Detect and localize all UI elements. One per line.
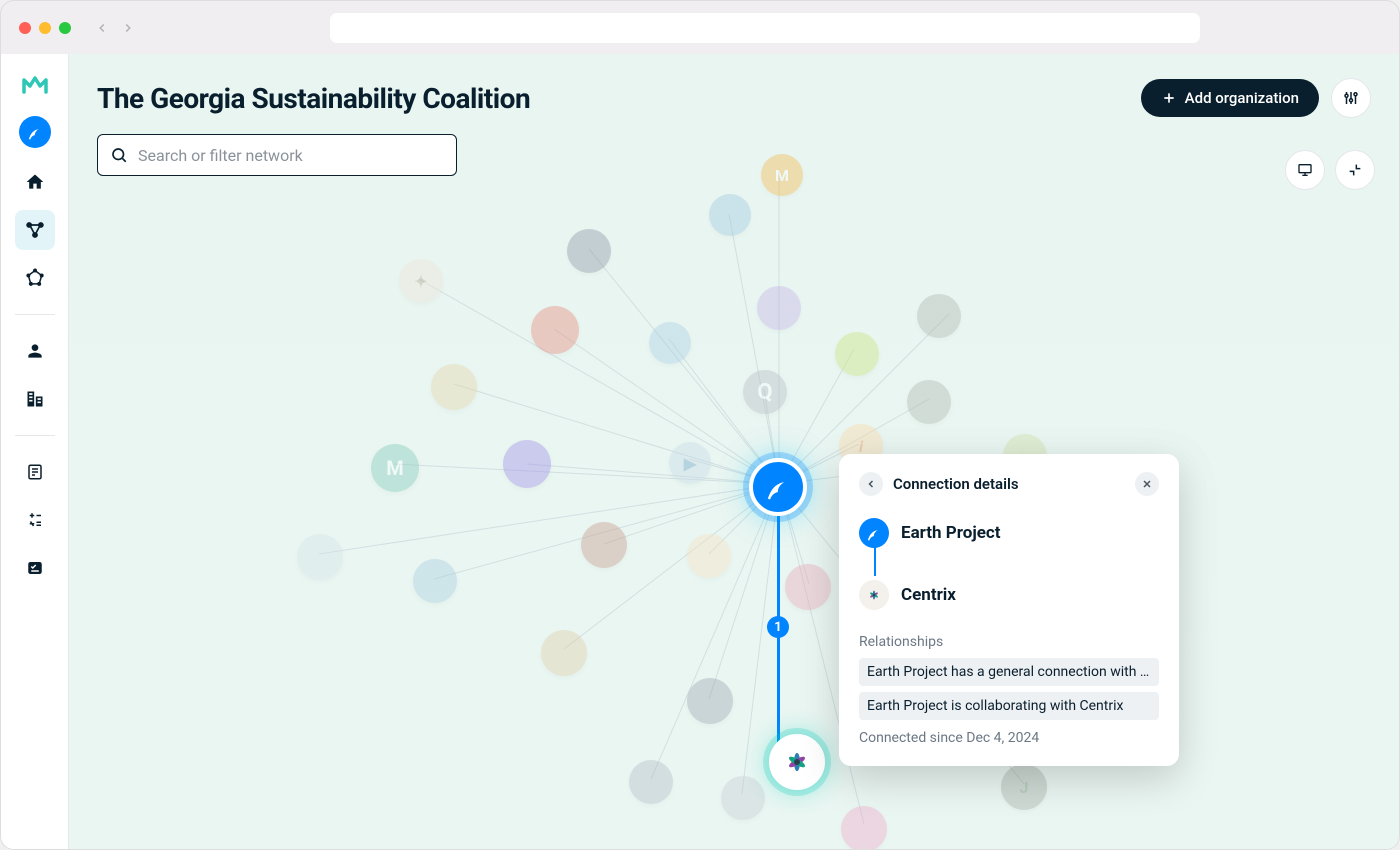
node-bird[interactable]: [581, 522, 627, 568]
connected-since: Connected since Dec 4, 2024: [859, 730, 1159, 746]
node-stripes[interactable]: [917, 294, 961, 338]
node-moon[interactable]: [629, 760, 673, 804]
node-hex[interactable]: [541, 630, 587, 676]
leaf-icon: [763, 472, 793, 502]
traffic-lights: [19, 22, 71, 34]
nav-calc[interactable]: [15, 500, 55, 540]
url-bar[interactable]: [330, 13, 1200, 43]
node-play[interactable]: ▶: [669, 442, 711, 484]
node-peach[interactable]: [687, 534, 731, 578]
node-q[interactable]: Q: [743, 370, 787, 414]
chevron-left-icon: [865, 478, 877, 490]
popover-close-button[interactable]: [1135, 472, 1159, 496]
org-b-badge: [859, 580, 889, 610]
sidebar: [1, 54, 69, 849]
edge-badge[interactable]: 1: [767, 616, 789, 638]
node-jj[interactable]: J: [1001, 764, 1047, 810]
node-mw[interactable]: M: [371, 444, 419, 492]
network-edges-bg: [69, 54, 1399, 849]
popover-back-button[interactable]: [859, 472, 883, 496]
org-b-name: Centrix: [901, 585, 956, 605]
app-logo[interactable]: [20, 70, 50, 100]
window-close[interactable]: [19, 22, 31, 34]
main-area: The Georgia Sustainability Coalition Add…: [69, 54, 1399, 849]
network-canvas[interactable]: M ✦ Q M ▶ i J: [69, 54, 1399, 849]
node-centrix[interactable]: [769, 734, 825, 790]
org-a-name: Earth Project: [901, 523, 1001, 543]
relationship-tag[interactable]: Earth Project has a general connection w…: [859, 658, 1159, 686]
close-icon: [1141, 478, 1153, 490]
burst-icon: [781, 746, 813, 778]
nav-forward-icon[interactable]: [121, 21, 135, 35]
relationships-label: Relationships: [859, 634, 1159, 650]
nav-back-icon[interactable]: [95, 21, 109, 35]
connection-org-a[interactable]: Earth Project: [859, 512, 1159, 554]
nav-groups[interactable]: [15, 258, 55, 298]
node-ioo[interactable]: [503, 440, 551, 488]
node-cloud[interactable]: [413, 559, 457, 603]
node-layers[interactable]: [649, 322, 691, 364]
sidebar-divider-2: [15, 435, 55, 436]
node-flower[interactable]: [785, 564, 831, 610]
popover-title: Connection details: [893, 475, 1125, 493]
node-jambo[interactable]: [835, 332, 879, 376]
node-pg[interactable]: [531, 306, 579, 354]
nav-home[interactable]: [15, 162, 55, 202]
burst-icon: [864, 585, 884, 605]
sidebar-divider: [15, 314, 55, 315]
node-target[interactable]: [757, 286, 801, 330]
node-leaf2[interactable]: [907, 380, 951, 424]
node-antler[interactable]: ✦: [399, 259, 443, 303]
node-dot[interactable]: [297, 534, 343, 580]
node-z[interactable]: [721, 776, 765, 820]
nav-network[interactable]: [15, 210, 55, 250]
node-donut[interactable]: [567, 229, 611, 273]
node-blob[interactable]: [841, 806, 887, 849]
nav-tasks[interactable]: [15, 548, 55, 588]
node-hand[interactable]: [431, 364, 477, 410]
nav-reports[interactable]: [15, 452, 55, 492]
connection-popover: Connection details Earth Project: [839, 454, 1179, 766]
node-m[interactable]: M: [761, 154, 803, 196]
nav-people[interactable]: [15, 331, 55, 371]
node-earth-project[interactable]: [749, 458, 807, 516]
window-maximize[interactable]: [59, 22, 71, 34]
connection-line: [874, 546, 876, 576]
browser-chrome: [0, 0, 1400, 54]
nav-orgs[interactable]: [15, 379, 55, 419]
window-minimize[interactable]: [39, 22, 51, 34]
leaf-icon: [865, 524, 883, 542]
node-cube[interactable]: [709, 194, 751, 236]
org-selector[interactable]: [19, 116, 51, 148]
connection-org-b[interactable]: Centrix: [859, 574, 1159, 616]
node-overlap[interactable]: [687, 678, 733, 724]
relationship-tag[interactable]: Earth Project is collaborating with Cent…: [859, 692, 1159, 720]
org-a-badge: [859, 518, 889, 548]
